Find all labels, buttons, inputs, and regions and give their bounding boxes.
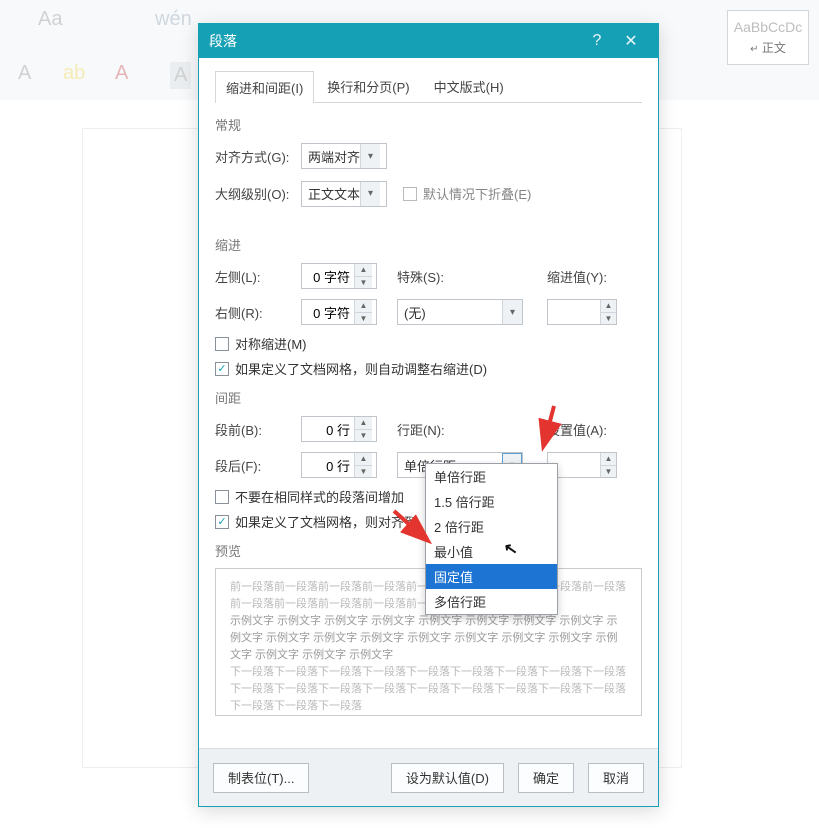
font-color-icon: A (115, 62, 128, 85)
spinner-down-icon[interactable]: ▼ (601, 466, 616, 478)
set-default-button[interactable]: 设为默认值(D) (391, 763, 504, 793)
dialog-titlebar: 段落 ? ✕ (199, 24, 658, 58)
spinner-down-icon[interactable]: ▼ (355, 430, 372, 442)
ok-button[interactable]: 确定 (518, 763, 574, 793)
highlight-icon: ab (63, 62, 85, 85)
space-before-input[interactable] (302, 417, 354, 441)
indent-left-spinner[interactable]: ▲▼ (301, 263, 377, 289)
spinner-up-icon[interactable]: ▲ (355, 300, 372, 313)
dialog-title: 段落 (209, 31, 580, 51)
annotation-arrow-1 (504, 398, 564, 458)
indent-by-spinner[interactable]: ▲▼ (547, 299, 617, 325)
line-spacing-option-single[interactable]: 单倍行距 (426, 464, 557, 489)
paragraph-dialog: 段落 ? ✕ 缩进和间距(I) 换行和分页(P) 中文版式(H) 常规 对齐方式… (198, 23, 659, 807)
mirror-indents-checkbox[interactable]: 对称缩进(M) (215, 334, 642, 353)
checkbox-icon (215, 337, 229, 351)
collapse-default-label: 默认情况下折叠(E) (423, 184, 531, 203)
spinner-up-icon[interactable]: ▲ (601, 300, 616, 313)
help-button[interactable]: ? (580, 32, 614, 50)
space-before-label: 段前(B): (215, 420, 301, 439)
phonetic-icon: wén (155, 8, 192, 31)
space-after-label: 段后(F): (215, 456, 301, 475)
auto-adjust-indent-label: 如果定义了文档网格，则自动调整右缩进(D) (235, 359, 487, 378)
indent-right-label: 右侧(R): (215, 303, 301, 322)
space-after-input[interactable] (302, 453, 354, 477)
dialog-tabs: 缩进和间距(I) 换行和分页(P) 中文版式(H) (215, 70, 642, 103)
tab-line-page-breaks[interactable]: 换行和分页(P) (316, 70, 420, 102)
space-after-spinner[interactable]: ▲▼ (301, 452, 377, 478)
indent-left-label: 左侧(L): (215, 267, 301, 286)
chevron-down-icon: ▾ (360, 182, 380, 206)
style-name: ↵ 正文 (728, 39, 808, 56)
spinner-up-icon[interactable]: ▲ (355, 264, 372, 277)
mirror-indents-label: 对称缩进(M) (235, 334, 307, 353)
chevron-down-icon: ▾ (502, 300, 522, 324)
tabs-button[interactable]: 制表位(T)... (213, 763, 309, 793)
spinner-down-icon[interactable]: ▼ (355, 313, 372, 325)
auto-adjust-indent-checkbox[interactable]: 如果定义了文档网格，则自动调整右缩进(D) (215, 359, 642, 378)
space-before-spinner[interactable]: ▲▼ (301, 416, 377, 442)
shading-icon: A (170, 62, 191, 89)
spinner-up-icon[interactable]: ▲ (355, 417, 372, 430)
section-general: 常规 (215, 115, 642, 134)
close-button[interactable]: ✕ (614, 31, 648, 51)
indent-right-input[interactable] (302, 300, 354, 324)
line-spacing-option-exactly[interactable]: 固定值 (426, 564, 557, 589)
indent-by-label: 缩进值(Y): (547, 267, 607, 286)
spinner-up-icon[interactable]: ▲ (355, 453, 372, 466)
font-picker-icon: Aa (38, 8, 62, 31)
spinner-down-icon[interactable]: ▼ (355, 277, 372, 289)
spinner-up-icon[interactable]: ▲ (601, 453, 616, 466)
line-spacing-label: 行距(N): (397, 420, 445, 439)
section-indent: 缩进 (215, 235, 642, 254)
tab-indent-spacing[interactable]: 缩进和间距(I) (215, 71, 314, 103)
indent-right-spinner[interactable]: ▲▼ (301, 299, 377, 325)
spinner-down-icon[interactable]: ▼ (355, 466, 372, 478)
checkbox-icon (215, 362, 229, 376)
checkbox-icon (215, 515, 229, 529)
special-indent-label: 特殊(S): (397, 267, 444, 286)
style-sample: AaBbCcDc (728, 19, 808, 35)
spinner-down-icon[interactable]: ▼ (601, 313, 616, 325)
alignment-label: 对齐方式(G): (215, 147, 301, 166)
cancel-button[interactable]: 取消 (588, 763, 644, 793)
annotation-arrow-2 (388, 505, 448, 551)
no-space-same-style-label: 不要在相同样式的段落间增加 (235, 487, 404, 506)
dialog-footer: 制表位(T)... 设为默认值(D) 确定 取消 (199, 748, 658, 806)
collapse-default-checkbox: 默认情况下折叠(E) (403, 184, 531, 203)
style-normal[interactable]: AaBbCcDc ↵ 正文 (727, 10, 809, 65)
preview-sample-text: 示例文字 示例文字 示例文字 示例文字 示例文字 示例文字 示例文字 示例文字 … (230, 613, 627, 664)
chevron-down-icon: ▾ (360, 144, 380, 168)
outline-level-combo[interactable]: 正文文本 ▾ (301, 181, 387, 207)
outline-level-label: 大纲级别(O): (215, 184, 301, 203)
preview-next-paragraph: 下一段落下一段落下一段落下一段落下一段落下一段落下一段落下一段落下一段落下一段落… (230, 664, 627, 715)
tab-asian-typography[interactable]: 中文版式(H) (423, 70, 515, 102)
wordart-icon: A (18, 62, 31, 85)
section-spacing: 间距 (215, 388, 642, 407)
alignment-combo[interactable]: 两端对齐 ▾ (301, 143, 387, 169)
indent-left-input[interactable] (302, 264, 354, 288)
special-indent-select[interactable]: (无) ▾ (397, 299, 523, 325)
checkbox-icon (215, 490, 229, 504)
checkbox-icon (403, 187, 417, 201)
line-spacing-option-multiple[interactable]: 多倍行距 (426, 589, 557, 614)
indent-by-input[interactable] (548, 300, 600, 324)
